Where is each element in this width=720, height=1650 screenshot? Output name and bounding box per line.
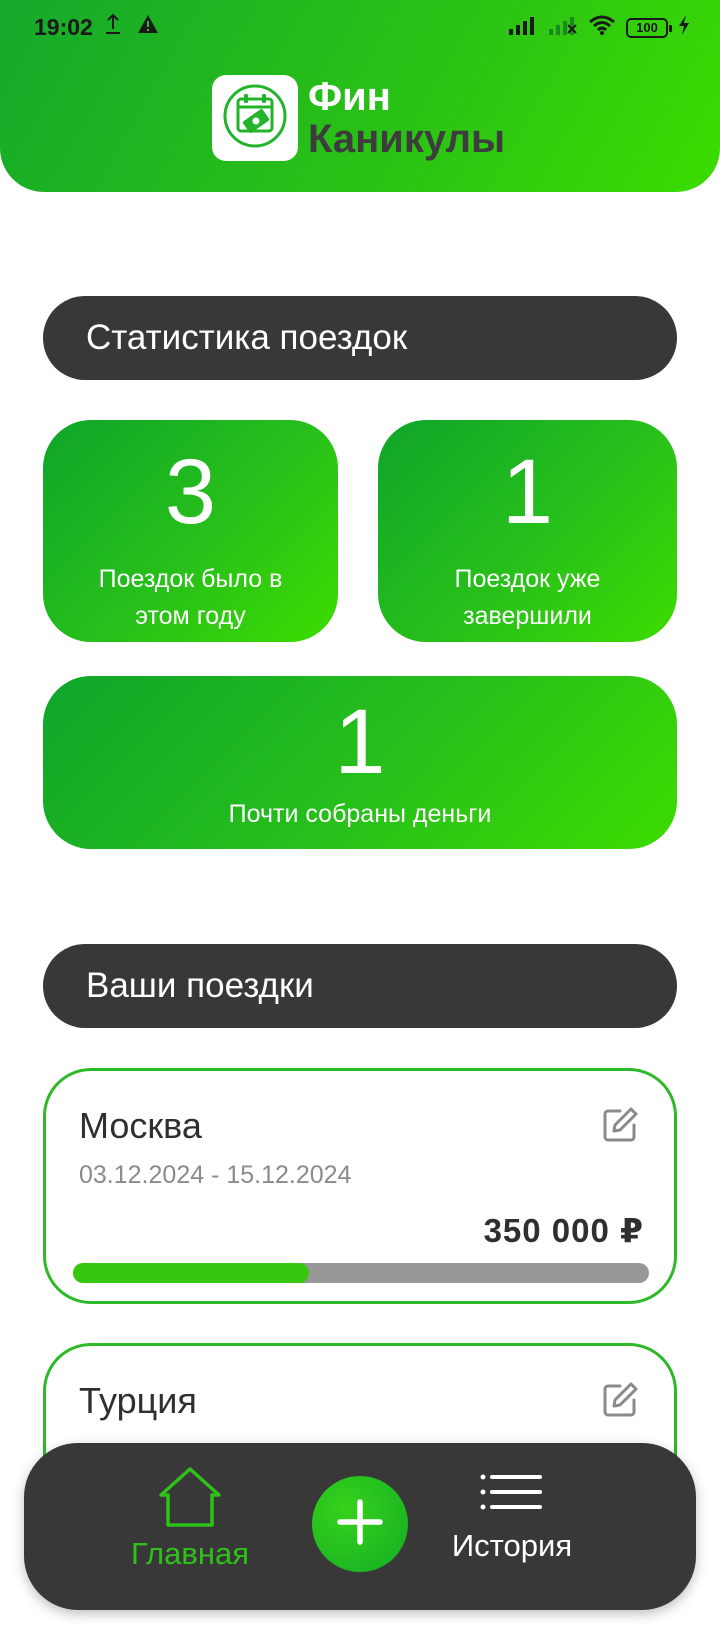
- trips-section-title: Ваши поездки: [43, 944, 677, 1028]
- nav-history[interactable]: История: [442, 1473, 582, 1564]
- stat-card-trips-this-year[interactable]: 3 Поездок было в этом году: [43, 420, 338, 642]
- app-header: 19:02 100 Фин Каникулы: [0, 0, 720, 192]
- wallet-calendar-icon: [222, 83, 288, 154]
- stat-label: Почти собраны деньги: [228, 800, 492, 828]
- logo-tile: [212, 75, 298, 161]
- add-trip-button[interactable]: [312, 1476, 408, 1572]
- nav-history-label: История: [451, 1528, 573, 1563]
- list-icon: [480, 1474, 544, 1515]
- warning-icon: [136, 13, 160, 40]
- status-time: 19:02: [34, 14, 93, 40]
- nav-home-label: Главная: [131, 1536, 249, 1571]
- stat-number: 1: [334, 691, 386, 793]
- trip-card-moscow[interactable]: Москва 03.12.2024 - 15.12.2024 350 000 ₽: [43, 1068, 677, 1304]
- charging-icon: [678, 14, 690, 41]
- edit-icon[interactable]: [600, 1380, 640, 1420]
- stat-label: Поездок было в этом году: [98, 565, 283, 630]
- logo-title-line2: Каникулы: [308, 117, 506, 161]
- wifi-icon: [588, 14, 616, 41]
- trip-dates: 03.12.2024 - 15.12.2024: [79, 1161, 352, 1189]
- nav-home[interactable]: Главная: [120, 1465, 260, 1572]
- trip-progress-fill: [73, 1263, 310, 1283]
- logo-title-line1: Фин: [308, 75, 391, 119]
- signal-icon: [508, 15, 538, 40]
- bottom-navigation: Главная История: [24, 1443, 696, 1610]
- app-logo: Фин Каникулы: [212, 75, 505, 161]
- plus-icon: [336, 1498, 384, 1551]
- home-icon: [157, 1467, 223, 1533]
- edit-icon[interactable]: [600, 1105, 640, 1145]
- stat-card-trips-completed[interactable]: 1 Поездок уже завершили: [378, 420, 677, 642]
- upload-icon: [104, 12, 122, 41]
- no-signal-icon: [548, 15, 578, 40]
- trip-progress-bar: [73, 1263, 649, 1283]
- stat-label: Поездок уже завершили: [454, 565, 601, 630]
- stat-card-money-almost-collected[interactable]: 1 Почти собраны деньги: [43, 676, 677, 849]
- trip-name: Турция: [79, 1380, 197, 1421]
- trip-name: Москва: [79, 1105, 202, 1146]
- stat-number: 1: [501, 441, 554, 543]
- stats-section-title: Статистика поездок: [43, 296, 677, 380]
- status-bar: 19:02 100: [0, 0, 720, 56]
- stat-number: 3: [164, 441, 217, 543]
- trip-amount: 350 000 ₽: [483, 1212, 644, 1249]
- battery-indicator: 100: [626, 17, 672, 38]
